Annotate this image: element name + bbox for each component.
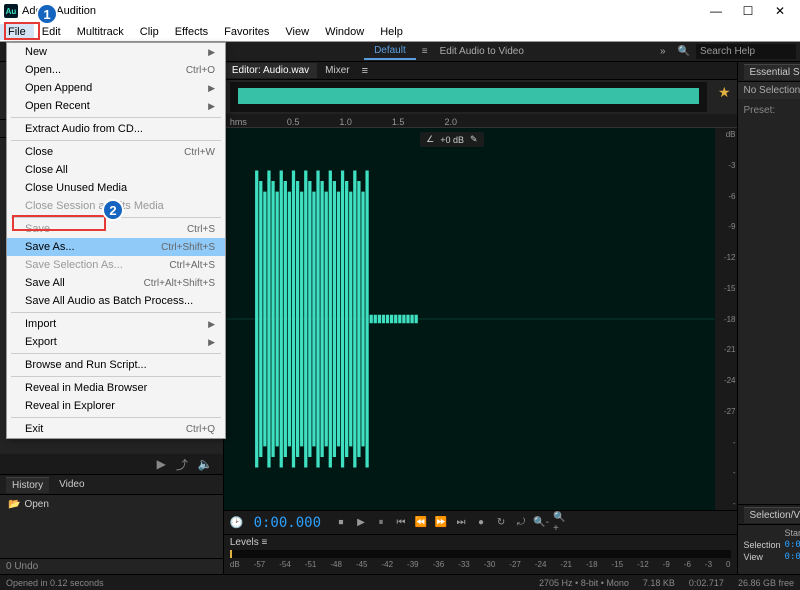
file-menu-close-all[interactable]: Close All	[7, 161, 225, 179]
title-bar: Au Adobe Audition — ☐ ✕	[0, 0, 800, 22]
timeline-ruler[interactable]: hms0.51.01.52.0	[224, 114, 737, 128]
file-menu-open-recent[interactable]: Open Recent▶	[7, 97, 225, 115]
minimize-button[interactable]: —	[700, 4, 732, 18]
transport-btn-10[interactable]: 🔍-	[533, 515, 549, 531]
file-menu-export[interactable]: Export▶	[7, 333, 225, 351]
file-menu-import[interactable]: Import▶	[7, 315, 225, 333]
file-menu-close[interactable]: CloseCtrl+W	[7, 143, 225, 161]
menu-icon[interactable]: ≡	[416, 44, 434, 59]
file-menu-extract-audio-from-cd-[interactable]: Extract Audio from CD...	[7, 120, 225, 138]
history-list: 📂Open	[0, 495, 223, 558]
transport-btn-5[interactable]: ⏩	[433, 515, 449, 531]
overview-waveform[interactable]	[230, 82, 707, 112]
menu-effects[interactable]: Effects	[167, 24, 216, 40]
selection-view-grid: StartEndDurationSelection0:00.0000:00.00…	[738, 525, 800, 574]
status-duration: 0:02.717	[689, 578, 724, 588]
editor-tabs: Editor: Audio.wavMixer ≡	[224, 62, 737, 80]
volume-icon[interactable]: 🔈	[198, 457, 213, 471]
levels-label: Levels	[230, 537, 259, 548]
workspace-edit-av[interactable]: Edit Audio to Video	[434, 44, 530, 59]
transport-btn-0[interactable]: ⏹	[333, 515, 349, 531]
play-icon[interactable]: ▶	[157, 457, 166, 471]
file-menu-open-[interactable]: Open...Ctrl+O	[7, 61, 225, 79]
file-menu-dropdown[interactable]: New▶Open...Ctrl+OOpen Append▶Open Recent…	[6, 42, 226, 439]
undo-counter: 0 Undo	[0, 558, 223, 574]
transport-btn-2[interactable]: ⏸	[373, 515, 389, 531]
file-menu-exit[interactable]: ExitCtrl+Q	[7, 420, 225, 438]
menu-help[interactable]: Help	[372, 24, 411, 40]
file-menu-new[interactable]: New▶	[7, 43, 225, 61]
transport-btn-6[interactable]: ⏭	[453, 515, 469, 531]
transport-btn-9[interactable]: ⤾	[513, 515, 529, 531]
tab-video[interactable]: Video	[53, 477, 90, 492]
file-menu-save-all[interactable]: Save AllCtrl+Alt+Shift+S	[7, 274, 225, 292]
menu-view[interactable]: View	[277, 24, 317, 40]
selection-view-tab[interactable]: Selection/View	[744, 507, 800, 523]
file-menu-browse-and-run-script-[interactable]: Browse and Run Script...	[7, 356, 225, 374]
status-bar: Opened in 0.12 seconds 2705 Hz • 8-bit •…	[0, 574, 800, 590]
workspace-default[interactable]: Default	[364, 43, 416, 60]
menu-multitrack[interactable]: Multitrack	[69, 24, 132, 40]
db-scale: dB-3-6-9-12-15-18-21-24-27---	[715, 128, 737, 510]
history-item[interactable]: 📂Open	[2, 497, 221, 512]
open-icon: 📂	[8, 499, 20, 510]
close-button[interactable]: ✕	[764, 4, 796, 18]
file-menu-save-all-audio-as-batch-process-[interactable]: Save All Audio as Batch Process...	[7, 292, 225, 310]
marker-icon[interactable]: ★	[718, 84, 731, 101]
gain-value[interactable]: +0 dB	[440, 135, 464, 145]
annotation-badge-1: 1	[36, 3, 58, 25]
search-icon: 🔍	[672, 44, 696, 59]
status-opened: Opened in 0.12 seconds	[6, 578, 104, 588]
menu-edit[interactable]: Edit	[34, 24, 69, 40]
transport-btn-1[interactable]: ▶	[353, 515, 369, 531]
maximize-button[interactable]: ☐	[732, 4, 764, 18]
menu-file[interactable]: File	[0, 24, 34, 40]
loop-icon[interactable]: ⤴	[176, 456, 188, 473]
transport-bar: 🕑 0:00.000 ⏹▶⏸⏮⏪⏩⏭●↻⤾🔍-🔍+	[224, 510, 737, 534]
left-transport: ▶ ⤴ 🔈	[0, 454, 223, 474]
menu-window[interactable]: Window	[317, 24, 372, 40]
annotation-badge-2: 2	[102, 199, 124, 221]
tab-history[interactable]: History	[6, 477, 49, 493]
editor-tab-mixer[interactable]: Mixer	[317, 63, 357, 78]
phase-icon[interactable]: ∠	[426, 134, 434, 145]
file-menu-save-selection-as-: Save Selection As...Ctrl+Alt+S	[7, 256, 225, 274]
transport-btn-11[interactable]: 🔍+	[553, 515, 569, 531]
waveform-display[interactable]: ∠ +0 dB ✎	[224, 128, 715, 510]
menu-bar: FileEditMultitrackClipEffectsFavoritesVi…	[0, 22, 800, 42]
menu-favorites[interactable]: Favorites	[216, 24, 277, 40]
essential-sound-header: Essential Sound ≡	[738, 62, 800, 82]
preset-label: Preset:	[738, 99, 800, 122]
timecode[interactable]: 0:00.000	[254, 515, 321, 531]
edit-icon[interactable]: ✎	[470, 134, 478, 145]
selection-view-header: Selection/View ≡	[738, 505, 800, 525]
menu-clip[interactable]: Clip	[132, 24, 167, 40]
file-menu-open-append[interactable]: Open Append▶	[7, 79, 225, 97]
transport-btn-4[interactable]: ⏪	[413, 515, 429, 531]
status-size: 7.18 KB	[643, 578, 675, 588]
search-help-input[interactable]: Search Help	[696, 44, 796, 59]
file-menu-save: SaveCtrl+S	[7, 220, 225, 238]
no-selection-label: No Selection	[738, 82, 800, 99]
levels-panel: Levels ≡ dB-57-54-51-48-45-42-39-36-33-3…	[224, 534, 737, 574]
status-sample: 2705 Hz • 8-bit • Mono	[539, 578, 629, 588]
gain-hud[interactable]: ∠ +0 dB ✎	[420, 132, 483, 147]
chevron-right-icon[interactable]: »	[654, 44, 672, 59]
app-title: Adobe Audition	[22, 5, 700, 17]
history-panel-header: History Video	[0, 475, 223, 495]
transport-btn-8[interactable]: ↻	[493, 515, 509, 531]
transport-btn-7[interactable]: ●	[473, 515, 489, 531]
clock-icon: 🕑	[230, 516, 244, 529]
transport-btn-3[interactable]: ⏮	[393, 515, 409, 531]
status-disk: 26.86 GB free	[738, 578, 794, 588]
app-icon: Au	[4, 4, 18, 18]
file-menu-save-as-[interactable]: Save As...Ctrl+Shift+S	[7, 238, 225, 256]
file-menu-reveal-in-media-browser[interactable]: Reveal in Media Browser	[7, 379, 225, 397]
file-menu-close-unused-media[interactable]: Close Unused Media	[7, 179, 225, 197]
essential-sound-tab[interactable]: Essential Sound	[744, 64, 800, 80]
file-menu-reveal-in-explorer[interactable]: Reveal in Explorer	[7, 397, 225, 415]
editor-tab-editor-audio-wav[interactable]: Editor: Audio.wav	[224, 63, 317, 78]
